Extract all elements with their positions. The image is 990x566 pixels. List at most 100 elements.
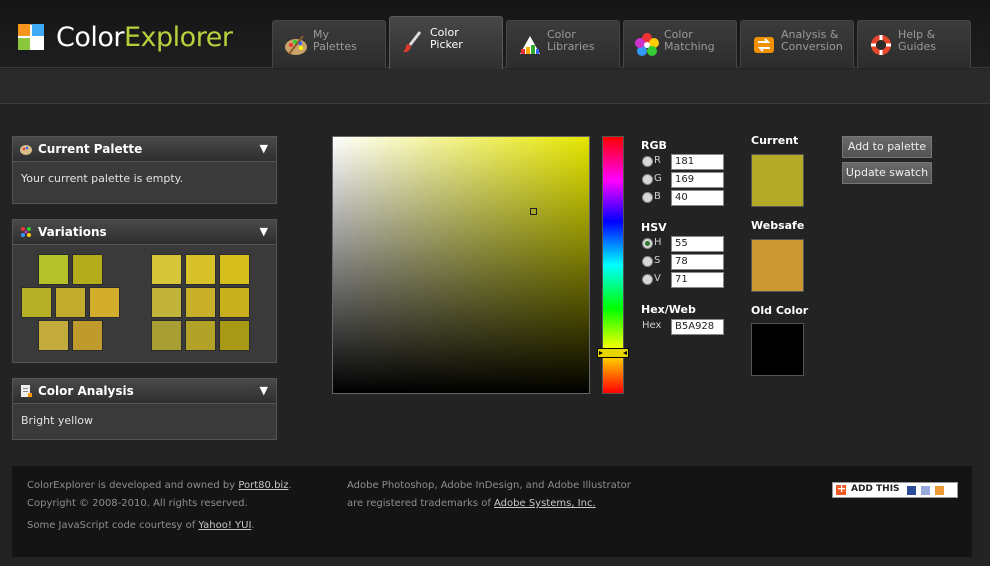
r-label: R: [654, 155, 661, 166]
collapse-icon[interactable]: ▼: [260, 142, 268, 155]
b-label: B: [654, 191, 661, 202]
update-swatch-button[interactable]: Update swatch: [842, 162, 932, 184]
tab-label: My Palettes: [313, 28, 357, 53]
current-palette-panel: Current Palette ▼ Your current palette i…: [12, 136, 277, 204]
panel-header[interactable]: Color Analysis ▼: [13, 379, 276, 404]
tab-label: Help & Guides: [898, 28, 937, 53]
v-radio[interactable]: [642, 274, 653, 285]
v-label: V: [654, 273, 661, 284]
footer: ColorExplorer is developed and owned by …: [12, 466, 972, 557]
tab-help-guides[interactable]: Help & Guides: [857, 20, 971, 68]
hsv-title: HSV: [641, 221, 667, 234]
variation-swatch[interactable]: [55, 287, 86, 318]
variation-swatch[interactable]: [72, 254, 103, 285]
refresh-arrows-icon: [754, 37, 774, 53]
tab-color-matching[interactable]: Color Matching: [623, 20, 737, 68]
variation-swatch[interactable]: [151, 254, 182, 285]
variation-swatch[interactable]: [72, 320, 103, 351]
panel-header[interactable]: Variations ▼: [13, 220, 276, 245]
old-color-title: Old Color: [751, 304, 809, 317]
plus-icon: [836, 482, 846, 495]
collapse-icon[interactable]: ▼: [260, 384, 268, 397]
rgb-title: RGB: [641, 139, 667, 152]
panel-title: Current Palette: [38, 142, 143, 156]
variation-swatch[interactable]: [151, 320, 182, 351]
variations-panel: Variations ▼: [12, 219, 277, 363]
s-radio[interactable]: [642, 256, 653, 267]
share-service-icon: [935, 486, 944, 495]
panel-header[interactable]: Current Palette ▼: [13, 137, 276, 162]
footer-owner-text: ColorExplorer is developed and owned by …: [27, 480, 292, 491]
hex-input[interactable]: B5A928: [671, 319, 724, 335]
variation-swatch[interactable]: [185, 287, 216, 318]
current-color-swatch: [751, 154, 804, 207]
variation-swatch[interactable]: [219, 287, 250, 318]
hue-slider-handle[interactable]: [597, 348, 629, 358]
app-header: ColorExplorer My Palettes Color Picker Col…: [0, 0, 990, 69]
hex-title: Hex/Web: [641, 303, 696, 316]
document-icon: [21, 385, 32, 397]
tab-my-palettes[interactable]: My Palettes: [272, 20, 386, 68]
current-title: Current: [751, 134, 799, 147]
panel-text: Your current palette is empty.: [21, 172, 184, 185]
g-input[interactable]: 169: [671, 172, 724, 188]
old-color-swatch[interactable]: [751, 323, 804, 376]
saturation-value-field[interactable]: [332, 136, 590, 394]
tab-label: Analysis & Conversion: [781, 28, 843, 53]
tab-analysis-conversion[interactable]: Analysis & Conversion: [740, 20, 854, 68]
share-service-icon: [907, 486, 916, 495]
b-input[interactable]: 40: [671, 190, 724, 206]
lifebuoy-icon: [871, 35, 891, 55]
palette-icon: [285, 35, 307, 55]
variation-swatch[interactable]: [219, 254, 250, 285]
sub-toolbar: [0, 69, 990, 104]
tab-color-picker[interactable]: Color Picker: [389, 16, 503, 69]
s-input[interactable]: 78: [671, 254, 724, 270]
b-radio[interactable]: [642, 192, 653, 203]
r-radio[interactable]: [642, 156, 653, 167]
v-input[interactable]: 71: [671, 272, 724, 288]
dots-palette-icon: [21, 227, 31, 237]
g-radio[interactable]: [642, 174, 653, 185]
yahoo-yui-link[interactable]: Yahoo! YUI: [198, 520, 251, 531]
tab-color-libraries[interactable]: Color Libraries: [506, 20, 620, 68]
brand-name[interactable]: ColorExplorer: [56, 20, 233, 56]
sv-cursor[interactable]: [530, 208, 537, 215]
hex-label: Hex: [642, 320, 662, 331]
add-to-palette-button[interactable]: Add to palette: [842, 136, 932, 158]
h-input[interactable]: 55: [671, 236, 724, 252]
swatch-book-icon: [520, 36, 540, 54]
variation-swatch[interactable]: [21, 287, 52, 318]
g-label: G: [654, 173, 662, 184]
colorexplorer-logo-icon[interactable]: [16, 22, 46, 52]
variation-swatch[interactable]: [38, 254, 69, 285]
adobe-link[interactable]: Adobe Systems, Inc.: [494, 498, 596, 509]
websafe-color-swatch[interactable]: [751, 239, 804, 292]
panel-text: Bright yellow: [21, 414, 94, 427]
palette-icon: [20, 145, 32, 155]
h-radio[interactable]: [642, 238, 653, 249]
s-label: S: [654, 255, 661, 266]
variation-swatch[interactable]: [89, 287, 120, 318]
variation-swatch[interactable]: [185, 320, 216, 351]
port80-link[interactable]: Port80.biz: [238, 480, 288, 491]
sv-black-gradient: [333, 137, 589, 393]
addthis-button[interactable]: ADD THIS: [832, 482, 958, 498]
variation-swatch[interactable]: [219, 320, 250, 351]
h-label: H: [654, 237, 662, 248]
footer-adobe-line2: are registered trademarks of Adobe Syste…: [347, 498, 596, 509]
variation-swatch[interactable]: [38, 320, 69, 351]
variation-swatch[interactable]: [185, 254, 216, 285]
brush-icon: [403, 31, 422, 53]
addthis-label: ADD THIS: [851, 484, 900, 494]
tab-label: Color Matching: [664, 28, 715, 53]
flower-icon: [635, 33, 659, 56]
r-input[interactable]: 181: [671, 154, 724, 170]
color-analysis-panel: Color Analysis ▼ Bright yellow: [12, 378, 277, 440]
tab-label: Color Libraries: [547, 28, 595, 53]
footer-adobe-line1: Adobe Photoshop, Adobe InDesign, and Ado…: [347, 480, 631, 491]
variation-swatch[interactable]: [151, 287, 182, 318]
websafe-title: Websafe: [751, 219, 805, 232]
collapse-icon[interactable]: ▼: [260, 225, 268, 238]
variations-grid: [13, 246, 276, 362]
